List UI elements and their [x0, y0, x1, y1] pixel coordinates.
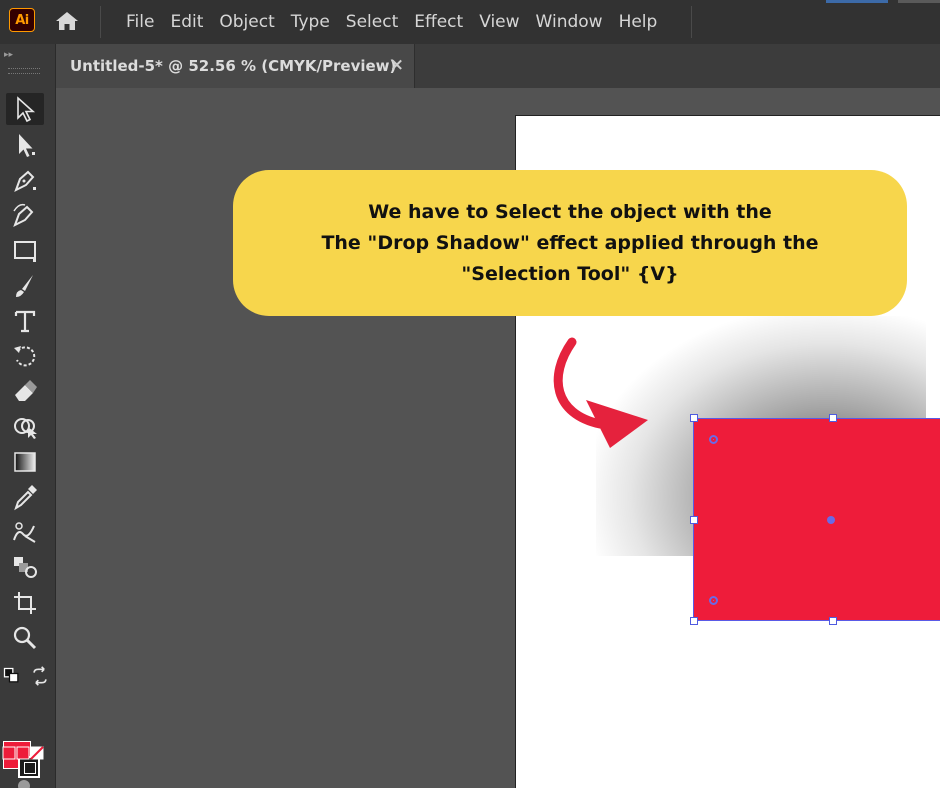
callout-line-3: "Selection Tool" {V}	[461, 262, 679, 285]
curved-arrow-icon	[553, 337, 648, 448]
eyedropper-tool-icon[interactable]	[6, 481, 44, 513]
document-tab[interactable]: Untitled-5* @ 52.56 % (CMYK/Preview) ×	[56, 44, 415, 88]
swap-colors-icon[interactable]	[28, 664, 52, 688]
corner-radius-widget[interactable]	[709, 596, 718, 605]
menu-effect[interactable]: Effect	[406, 12, 471, 32]
shape-builder-tool-icon[interactable]	[6, 410, 44, 442]
handle-top-left[interactable]	[690, 414, 698, 422]
callout-line-1: We have to Select the object with the	[368, 200, 772, 223]
handle-top-middle[interactable]	[829, 414, 837, 422]
rotate-tool-icon[interactable]	[6, 340, 44, 372]
panel-grip[interactable]	[8, 68, 40, 74]
document-tab-title: Untitled-5* @ 52.56 % (CMYK/Preview)	[70, 57, 397, 75]
handle-middle-left[interactable]	[690, 516, 698, 524]
curvature-tool-icon[interactable]	[6, 199, 44, 231]
callout-line-2: The "Drop Shadow" effect applied through…	[321, 231, 819, 254]
menu-window[interactable]: Window	[528, 12, 611, 32]
menu-object[interactable]: Object	[211, 12, 282, 32]
app-logo[interactable]: Ai	[9, 8, 35, 32]
menu-view[interactable]: View	[471, 12, 527, 32]
instruction-callout: We have to Select the object with the Th…	[233, 170, 907, 316]
close-icon[interactable]: ×	[390, 55, 404, 75]
menu-help[interactable]: Help	[611, 12, 666, 32]
gradient-tool-icon[interactable]	[6, 446, 44, 478]
eraser-tool-icon[interactable]	[6, 375, 44, 407]
default-colors-icon[interactable]	[0, 664, 24, 688]
handle-bottom-middle[interactable]	[829, 617, 837, 625]
menu-select[interactable]: Select	[338, 12, 406, 32]
selection-tool-icon[interactable]	[6, 93, 44, 125]
zoom-tool-icon[interactable]	[6, 622, 44, 654]
menu-items: File Edit Object Type Select Effect View…	[118, 0, 665, 44]
menu-edit[interactable]: Edit	[162, 12, 211, 32]
drawing-modes-icon[interactable]	[10, 776, 38, 788]
puppet-warp-tool-icon[interactable]	[6, 516, 44, 548]
type-tool-icon[interactable]	[6, 305, 44, 337]
color-mode-buttons[interactable]	[2, 744, 46, 762]
handle-bottom-left[interactable]	[690, 617, 698, 625]
paintbrush-tool-icon[interactable]	[6, 270, 44, 302]
document-tab-bar: Untitled-5* @ 52.56 % (CMYK/Preview) ×	[56, 44, 940, 88]
artboard-tool-icon[interactable]	[6, 587, 44, 619]
direct-selection-tool-icon[interactable]	[6, 129, 44, 161]
share-button[interactable]	[826, 0, 888, 3]
menu-type[interactable]: Type	[283, 12, 338, 32]
search-box[interactable]	[898, 0, 940, 3]
home-icon[interactable]	[52, 9, 82, 33]
menu-separator	[100, 6, 101, 38]
menu-separator-right	[691, 6, 692, 38]
menu-file[interactable]: File	[118, 12, 162, 32]
selection-bounding-box	[693, 418, 940, 621]
menu-bar: Ai File Edit Object Type Select Effect V…	[0, 0, 940, 44]
panel-collapse-icon[interactable]: ▸▸	[4, 50, 13, 60]
pen-tool-icon[interactable]	[6, 164, 44, 196]
corner-radius-widget[interactable]	[709, 435, 718, 444]
symbol-sprayer-tool-icon[interactable]	[6, 551, 44, 583]
rectangle-tool-icon[interactable]	[6, 234, 44, 266]
tools-panel: ▸▸	[0, 44, 56, 788]
center-point	[827, 516, 835, 524]
